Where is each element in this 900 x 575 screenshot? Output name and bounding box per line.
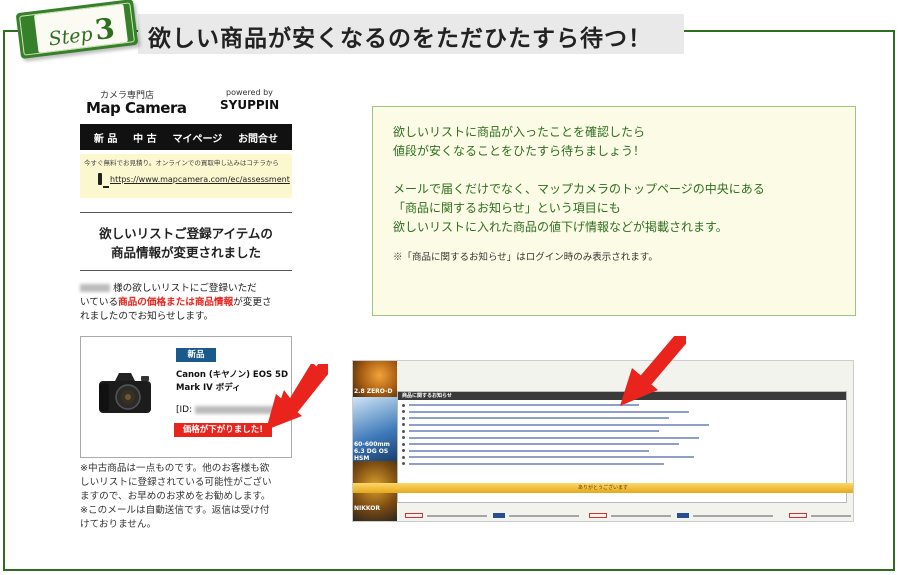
notice-text bbox=[409, 417, 669, 420]
info-line: メールで届くだけでなく、マップカメラのトップページの中央にある bbox=[393, 182, 765, 196]
step-word: Step bbox=[47, 23, 94, 51]
footer-line: ※このメールは自動送信です。返信は受け付 bbox=[80, 505, 270, 516]
item-chip[interactable] bbox=[405, 513, 423, 518]
price-drop-badge: 価格が下がりました! bbox=[174, 423, 272, 437]
bullet-icon bbox=[402, 403, 405, 407]
nav-item-used[interactable]: 中 古 bbox=[133, 130, 156, 145]
divider bbox=[80, 212, 292, 213]
syuppin-logo: SYUPPIN bbox=[220, 98, 280, 112]
step-badge-inner: Step 3 bbox=[33, 4, 128, 53]
notice-text bbox=[409, 443, 679, 446]
thumbnail[interactable]: 60-600mm 6.3 DG OS HSM bbox=[353, 397, 397, 462]
bullet-icon bbox=[402, 442, 405, 446]
notice-text: 今すぐ無料でお見積り。オンラインでの買取申し込みはコチラから bbox=[84, 159, 279, 167]
bullet-icon bbox=[402, 423, 405, 427]
bullet-icon bbox=[402, 436, 405, 440]
product-card[interactable]: 新品 Canon (キヤノン) EOS 5D Mark IV ボディ [ID: … bbox=[80, 336, 292, 458]
notice-text bbox=[409, 410, 689, 413]
item-text bbox=[693, 515, 773, 517]
assessment-link[interactable]: https://www.mapcamera.com/ec/assessment bbox=[110, 175, 290, 184]
website-screenshot: 2.8 ZERO-D 60-600mm 6.3 DG OS HSM NIKKOR… bbox=[352, 360, 854, 522]
mapcamera-logo: Map Camera bbox=[86, 99, 187, 117]
step-number: 3 bbox=[93, 11, 117, 47]
thumbnail-label: 2.8 ZERO-D bbox=[354, 388, 393, 395]
notice-text bbox=[409, 404, 639, 407]
notice-row[interactable] bbox=[402, 461, 842, 468]
assessment-notice: 今すぐ無料でお見積り。オンラインでの買取申し込みはコチラから https://w… bbox=[80, 154, 292, 198]
camera-icon bbox=[99, 373, 151, 413]
bullet-icon bbox=[402, 455, 405, 459]
item-tag bbox=[493, 513, 505, 518]
monitor-icon bbox=[98, 173, 109, 188]
body-line2-b: が変更さ bbox=[233, 297, 272, 308]
email-title: 欲しいリストご登録アイテムの 商品情報が変更されました bbox=[80, 224, 292, 262]
email-preview: カメラ専門店 Map Camera powered by SYUPPIN 新 品… bbox=[80, 78, 292, 548]
item-text bbox=[509, 515, 579, 517]
item-text bbox=[811, 515, 851, 517]
body-prefix: 様の欲しいリストにご登録いただ bbox=[113, 283, 257, 294]
info-line: 欲しいリストに入れた商品の値下げ情報などが掲載されます。 bbox=[393, 220, 728, 234]
thumbnail[interactable]: 2.8 ZERO-D bbox=[353, 361, 397, 397]
recent-items-row bbox=[397, 503, 853, 521]
footer-line: ※中古商品は一点ものです。他のお客様も欲 bbox=[80, 463, 270, 474]
email-title-line1: 欲しいリストご登録アイテムの bbox=[99, 226, 273, 241]
notice-text bbox=[409, 449, 649, 452]
info-line: 欲しいリストに商品が入ったことを確認したら bbox=[393, 125, 646, 139]
redacted-name bbox=[80, 284, 110, 292]
bullet-icon bbox=[402, 416, 405, 420]
red-arrow-icon bbox=[620, 336, 686, 406]
body-highlight: 商品の価格または商品情報 bbox=[118, 297, 234, 308]
nav-item-new[interactable]: 新 品 bbox=[94, 130, 117, 145]
divider bbox=[80, 270, 292, 271]
product-thumbnails: 2.8 ZERO-D 60-600mm 6.3 DG OS HSM NIKKOR bbox=[353, 361, 397, 521]
info-note: ※「商品に関するお知らせ」はログイン時のみ表示されます。 bbox=[393, 252, 658, 263]
info-line: 「商品に関するお知らせ」という項目にも bbox=[393, 201, 621, 215]
nav-item-mypage[interactable]: マイページ bbox=[172, 130, 222, 145]
footer-line: けておりません。 bbox=[80, 519, 157, 530]
notice-text bbox=[409, 456, 694, 459]
thanks-text: ありがとうございます bbox=[577, 485, 628, 491]
bullet-icon bbox=[402, 410, 405, 414]
item-chip[interactable] bbox=[789, 513, 807, 518]
powered-by: powered by bbox=[226, 88, 273, 97]
product-id-label: [ID: bbox=[176, 405, 193, 415]
explanation-box: 欲しいリストに商品が入ったことを確認したら 値段が安くなることをひたすら待ちまし… bbox=[372, 106, 856, 316]
item-text bbox=[427, 515, 487, 517]
notice-text bbox=[409, 430, 659, 433]
step-headline: 欲しい商品が安くなるのをただひたすら待つ！ bbox=[148, 26, 652, 52]
bullet-icon bbox=[402, 449, 405, 453]
bullet-icon bbox=[402, 429, 405, 433]
info-line: 値段が安くなることをひたすら待ちましょう！ bbox=[393, 144, 646, 158]
notice-text bbox=[409, 436, 699, 439]
body-line2-a: いている bbox=[80, 297, 119, 308]
item-tag bbox=[677, 513, 689, 518]
email-footer: ※中古商品は一点ものです。他のお客様も欲 しいリストに登録されている可能性がござ… bbox=[80, 462, 294, 532]
bullet-icon bbox=[402, 462, 405, 466]
red-arrow-icon bbox=[266, 364, 328, 430]
body-line3: れましたのでお知らせします。 bbox=[80, 311, 214, 322]
thumbnail-label: 60-600mm 6.3 DG OS HSM bbox=[354, 441, 390, 462]
notice-text bbox=[409, 423, 709, 426]
footer-line: しいリストに登録されている可能性がござい bbox=[80, 477, 272, 488]
email-nav-bar: 新 品 中 古 マイページ お問合せ bbox=[80, 124, 292, 150]
nav-item-contact[interactable]: お問合せ bbox=[238, 130, 278, 145]
item-text bbox=[611, 515, 671, 517]
notices-list bbox=[398, 400, 846, 469]
notice-link-row: https://www.mapcamera.com/ec/assessment bbox=[84, 173, 290, 188]
email-title-line2: 商品情報が変更されました bbox=[110, 245, 261, 260]
thumbnail-label: NIKKOR bbox=[354, 505, 381, 512]
item-chip[interactable] bbox=[589, 513, 607, 518]
footer-line: ますので、お早めのお求めをお勧めします。 bbox=[80, 491, 271, 502]
email-body: 様の欲しいリストにご登録いただ いている商品の価格または商品情報が変更さ れまし… bbox=[80, 282, 294, 324]
new-badge: 新品 bbox=[176, 348, 216, 362]
notice-text bbox=[409, 462, 664, 465]
